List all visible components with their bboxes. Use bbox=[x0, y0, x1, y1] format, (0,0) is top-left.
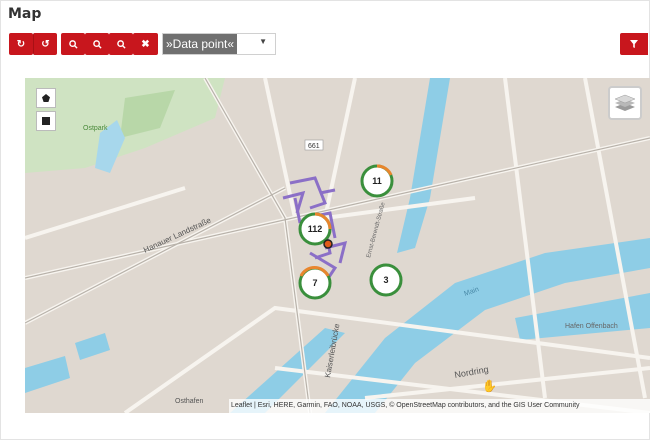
cluster-count: 3 bbox=[383, 275, 388, 285]
zoom-out-button[interactable] bbox=[85, 33, 109, 55]
river-arm bbox=[397, 78, 450, 253]
marker-point[interactable] bbox=[323, 239, 333, 249]
undo-button[interactable]: ↺ bbox=[33, 33, 57, 55]
filter-button[interactable] bbox=[620, 33, 648, 55]
cluster-marker[interactable]: 3 bbox=[369, 263, 403, 297]
cluster-count: 112 bbox=[308, 224, 323, 234]
park-label: Ostpark bbox=[83, 125, 108, 132]
draw-polygon-button[interactable] bbox=[36, 88, 56, 108]
map-canvas[interactable]: Hanauer Landstraße Kaiserleibrücke Nordr… bbox=[25, 78, 650, 413]
zoom-in-icon bbox=[68, 39, 78, 49]
zoom-in-button[interactable] bbox=[61, 33, 85, 55]
cluster-marker[interactable]: 7 bbox=[298, 266, 332, 300]
close-icon: ✖ bbox=[141, 38, 150, 50]
refresh-icon: ↻ bbox=[16, 38, 26, 50]
data-point-select[interactable]: »Data point« ▼ bbox=[162, 33, 276, 55]
pool-left-2 bbox=[75, 333, 110, 360]
select-value: »Data point« bbox=[163, 34, 238, 54]
hand-cursor-icon: ✋ bbox=[482, 379, 497, 393]
cluster-marker[interactable]: 112 bbox=[298, 212, 332, 246]
pentagon-icon bbox=[42, 94, 50, 102]
cluster-marker[interactable]: 11 bbox=[360, 164, 394, 198]
map-attribution: Leaflet | Esri, HERE, Garmin, FAO, NOAA,… bbox=[229, 399, 650, 413]
route-shield: 661 bbox=[308, 143, 320, 150]
area-label: Hafen Offenbach bbox=[565, 323, 618, 330]
street-label-hanauer: Hanauer Landstraße bbox=[142, 215, 213, 254]
cluster-count: 7 bbox=[312, 278, 317, 288]
layers-button[interactable] bbox=[608, 86, 642, 120]
map-layer[interactable]: Hanauer Landstraße Kaiserleibrücke Nordr… bbox=[25, 78, 650, 413]
filter-icon bbox=[630, 40, 638, 48]
close-button[interactable]: ✖ bbox=[133, 33, 158, 55]
cluster-count: 11 bbox=[372, 176, 382, 186]
pool-left bbox=[25, 356, 70, 393]
street-label-osthafen: Osthafen bbox=[175, 398, 204, 405]
search-button[interactable] bbox=[109, 33, 133, 55]
page-title: Map bbox=[8, 6, 42, 22]
square-icon bbox=[42, 117, 50, 125]
draw-rectangle-button[interactable] bbox=[36, 111, 56, 131]
layers-icon bbox=[615, 94, 635, 111]
refresh-button[interactable]: ↻ bbox=[9, 33, 33, 55]
chevron-down-icon: ▼ bbox=[259, 37, 267, 46]
zoom-out-icon bbox=[92, 39, 102, 49]
street-label-nordring: Nordring bbox=[454, 364, 490, 380]
undo-icon: ↺ bbox=[41, 38, 50, 50]
search-icon bbox=[116, 39, 126, 49]
